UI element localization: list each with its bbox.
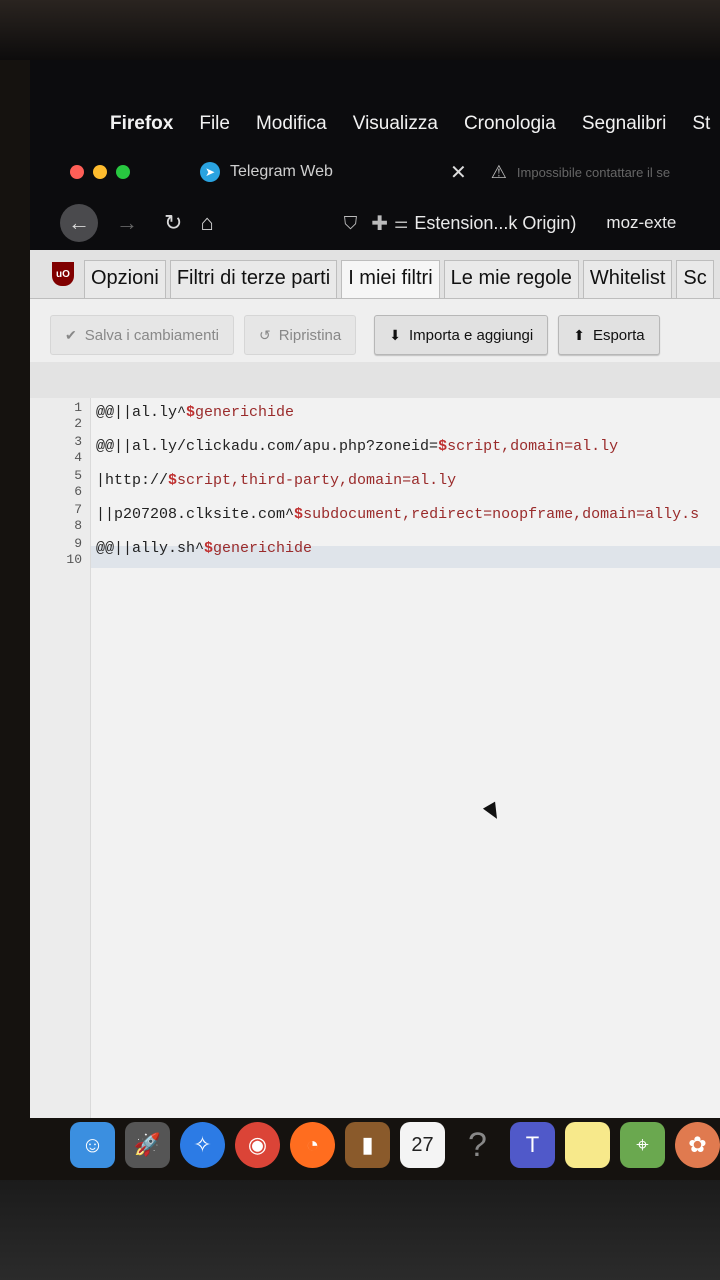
mouse-pointer-icon — [482, 801, 504, 823]
close-window-button[interactable] — [70, 165, 84, 179]
forward-arrow-icon[interactable]: → — [116, 210, 138, 236]
filter-line[interactable]: @@||al.ly^$generichide — [96, 404, 294, 421]
notebook-icon[interactable]: ▮ — [345, 1122, 390, 1168]
import-append-label: Importa e aggiungi — [408, 326, 534, 344]
shield-icon[interactable]: ⛉ — [344, 213, 358, 234]
export-label: Esporta — [592, 326, 645, 344]
ublock-dashboard: uO Opzioni Filtri di terze parti I miei … — [30, 250, 720, 1118]
teams-icon[interactable]: T — [510, 1122, 555, 1168]
laptop-bezel — [0, 0, 720, 60]
help-icon[interactable]: ? — [455, 1122, 500, 1168]
tab-miei-filtri[interactable]: I miei filtri — [341, 260, 440, 298]
tab-overflow[interactable]: Sc — [676, 260, 714, 298]
menu-cronologia[interactable]: Cronologia — [464, 113, 556, 135]
save-changes-label: Salva i cambiamenti — [84, 326, 219, 344]
telegram-icon: ➤ — [200, 162, 220, 182]
tab-filtri-terze-parti[interactable]: Filtri di terze parti — [169, 260, 338, 298]
launchpad-icon[interactable]: 🚀 — [125, 1122, 170, 1168]
finder-icon[interactable]: ☺ — [70, 1122, 115, 1168]
editor-header-strip — [30, 362, 720, 398]
back-arrow-icon[interactable]: ← — [60, 204, 98, 242]
menu-modifica[interactable]: Modifica — [256, 113, 327, 135]
firefox-icon[interactable]: ◔ — [290, 1122, 335, 1168]
screen: Firefox File Modifica Visualizza Cronolo… — [30, 60, 720, 1118]
line-number: 5 — [74, 468, 82, 483]
url-bar-label[interactable]: Estension...k Origin) — [414, 213, 576, 234]
laptop-base — [0, 1180, 720, 1280]
url-text[interactable]: moz-exte — [606, 213, 676, 233]
check-icon: ✔ — [65, 326, 77, 343]
warning-icon: ⚠ — [490, 161, 507, 182]
calendar-icon[interactable]: 27 — [400, 1122, 445, 1168]
import-append-button[interactable]: ⬇ Importa e aggiungi — [374, 315, 549, 355]
revert-label: Ripristina — [278, 326, 342, 344]
close-tab-icon[interactable]: ✕ — [450, 160, 467, 185]
menu-strumenti[interactable]: St — [692, 113, 710, 135]
chrome-icon[interactable]: ◉ — [235, 1122, 280, 1168]
macos-menubar: Firefox File Modifica Visualizza Cronolo… — [30, 100, 720, 148]
notes-icon[interactable] — [565, 1122, 610, 1168]
undo-icon: ↺ — [258, 326, 271, 343]
safari-icon[interactable]: ✧ — [180, 1122, 225, 1168]
tab-warning-label[interactable]: Impossibile contattare il se — [517, 165, 670, 180]
filter-line[interactable]: |http://$script,third-party,domain=al.ly — [96, 472, 456, 489]
window-controls — [70, 165, 130, 179]
tab-opzioni[interactable]: Opzioni — [84, 260, 166, 298]
filters-toolbar: ✔ Salva i cambiamenti ↺ Ripristina ⬇ Imp… — [30, 310, 720, 360]
line-number: 4 — [74, 450, 82, 465]
filter-line[interactable]: ||p207208.clksite.com^$subdocument,redir… — [96, 506, 699, 523]
line-number: 9 — [74, 536, 82, 551]
filter-line[interactable]: @@||ally.sh^$generichide — [96, 540, 312, 557]
download-icon: ⬇ — [389, 326, 401, 343]
maps-icon[interactable]: ⌖ — [620, 1122, 665, 1168]
menu-segnalibri[interactable]: Segnalibri — [582, 113, 667, 135]
line-number: 8 — [74, 518, 82, 533]
ublock-logo-icon: uO — [52, 262, 74, 286]
tab-whitelist[interactable]: Whitelist — [582, 260, 673, 298]
upload-icon: ⬆ — [573, 326, 585, 343]
macos-dock: ☺ 🚀 ✧ ◉ ◔ ▮ 27 ? T ⌖ ✿ — [70, 1112, 720, 1178]
line-number: 10 — [66, 552, 82, 567]
minimize-window-button[interactable] — [93, 165, 107, 179]
tab-mie-regole[interactable]: Le mie regole — [443, 260, 579, 298]
save-changes-button[interactable]: ✔ Salva i cambiamenti — [50, 315, 234, 355]
menu-app-firefox[interactable]: Firefox — [110, 113, 173, 135]
reload-icon[interactable]: ↻ — [164, 210, 182, 236]
filters-editor[interactable]: 1 2 3 4 5 6 7 8 9 10 @@||al.ly^$generich… — [30, 398, 720, 1118]
tab-telegram-web[interactable]: Telegram Web — [230, 163, 450, 181]
filter-line[interactable]: @@||al.ly/clickadu.com/apu.php?zoneid=$s… — [96, 438, 618, 455]
zoom-window-button[interactable] — [116, 165, 130, 179]
line-number-gutter: 1 2 3 4 5 6 7 8 9 10 — [30, 398, 91, 1118]
menu-file[interactable]: File — [199, 113, 230, 135]
line-number: 7 — [74, 502, 82, 517]
menu-visualizza[interactable]: Visualizza — [353, 113, 438, 135]
export-button[interactable]: ⬆ Esporta — [558, 315, 660, 355]
line-number: 6 — [74, 484, 82, 499]
revert-button[interactable]: ↺ Ripristina — [243, 315, 357, 355]
home-icon[interactable]: ⌂ — [200, 210, 213, 236]
photos-icon[interactable]: ✿ — [675, 1122, 720, 1168]
navigation-bar: ← → ↻ ⌂ ⛉ ✚ ⚌ Estension...k Origin) moz-… — [30, 196, 720, 250]
extension-puzzle-icon: ✚ — [371, 212, 388, 235]
line-number: 2 — [74, 416, 82, 431]
line-number: 3 — [74, 434, 82, 449]
tab-strip: ➤ Telegram Web ✕ ⚠ Impossibile contattar… — [30, 148, 720, 196]
toggles-icon: ⚌ — [394, 215, 409, 232]
line-number: 1 — [74, 400, 82, 415]
ublock-tab-bar: uO Opzioni Filtri di terze parti I miei … — [30, 250, 720, 299]
